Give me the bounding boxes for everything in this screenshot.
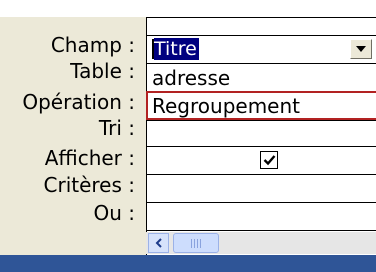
label-criteres: Critères :: [43, 173, 136, 197]
grid-header-strip: [0, 0, 376, 17]
label-ou: Ou :: [93, 201, 135, 225]
grid-line: [146, 35, 376, 36]
check-icon: [263, 155, 275, 166]
scroll-left-button[interactable]: [148, 233, 169, 253]
grid-line: [146, 146, 376, 147]
grid-line: [146, 230, 376, 231]
thumb-grip: [191, 238, 192, 248]
champ-dropdown-button[interactable]: [350, 39, 372, 59]
grid-line: [146, 174, 376, 175]
champ-combobox[interactable]: Titre: [148, 38, 374, 61]
column-divider: [146, 17, 147, 255]
label-afficher: Afficher :: [44, 146, 135, 170]
thumb-grip: [197, 238, 198, 248]
label-tri: Tri :: [98, 116, 135, 140]
afficher-checkbox[interactable]: [260, 151, 278, 169]
label-operation: Opération :: [22, 90, 135, 114]
operation-cell[interactable]: Regroupement: [152, 94, 300, 118]
scroll-thumb[interactable]: [173, 233, 219, 253]
grid-line: [146, 120, 376, 121]
horizontal-scrollbar[interactable]: [146, 232, 376, 254]
thumb-grip: [194, 238, 195, 248]
champ-value[interactable]: Titre: [154, 38, 199, 60]
row-labels-panel: Champ : Table : Opération : Tri : Affich…: [0, 17, 146, 272]
chevron-down-icon: [356, 46, 366, 52]
thumb-grip: [200, 238, 201, 248]
grid-line: [146, 17, 376, 18]
grid-line: [146, 63, 376, 64]
arrow-left-icon: [155, 238, 162, 248]
label-champ: Champ :: [50, 33, 135, 57]
table-cell[interactable]: adresse: [152, 66, 230, 90]
taskbar-strip: [0, 255, 376, 272]
label-table: Table :: [70, 59, 135, 83]
grid-line: [146, 202, 376, 203]
